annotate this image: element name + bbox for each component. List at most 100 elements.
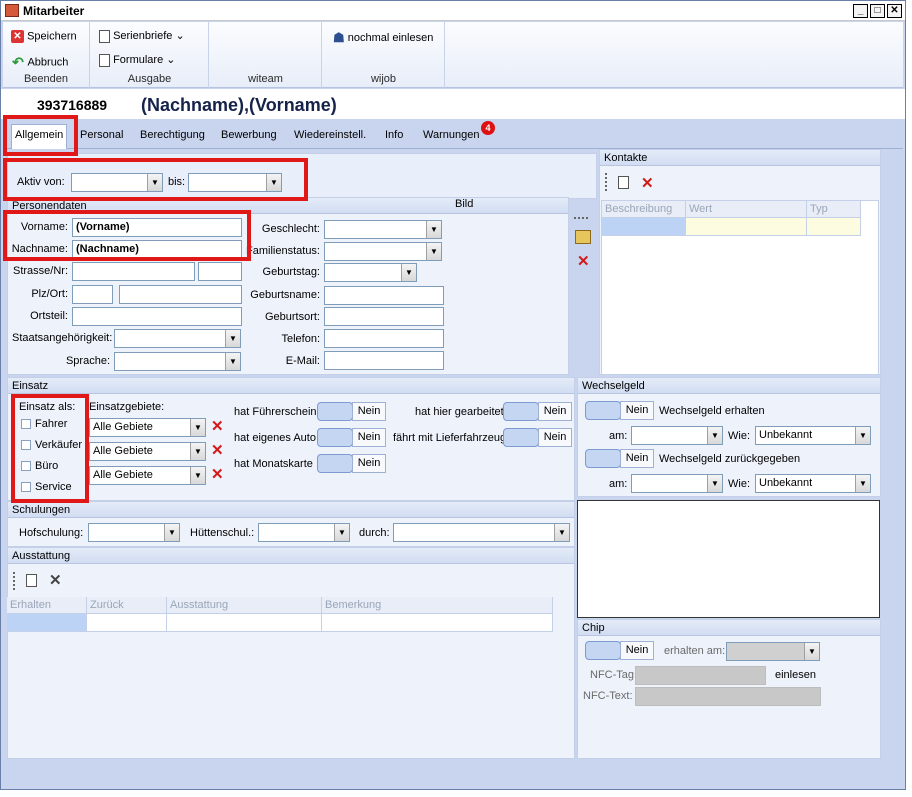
familienstatus-select[interactable]: ▼ xyxy=(324,242,442,261)
grid-cell[interactable] xyxy=(322,614,553,632)
chip-erhalten-date[interactable]: ▼ xyxy=(726,642,820,661)
employee-name: (Nachname),(Vorname) xyxy=(141,95,337,115)
new-document-icon[interactable] xyxy=(618,176,629,189)
einlesen-link[interactable]: einlesen xyxy=(775,669,816,681)
employee-number: 393716889 xyxy=(37,97,108,113)
auto-nein[interactable]: Nein xyxy=(352,428,386,447)
chip-toggle[interactable] xyxy=(585,641,621,660)
auto-toggle[interactable] xyxy=(317,428,353,447)
column-header[interactable]: Ausstattung xyxy=(167,597,322,614)
delete-image-icon[interactable]: ✕ xyxy=(577,254,590,269)
column-header[interactable]: Erhalten xyxy=(7,597,87,614)
geschlecht-select[interactable]: ▼ xyxy=(324,220,442,239)
ribbon-group-ausgabe: Serienbriefe ⌄ Formulare ⌄ Ausgabe xyxy=(91,22,209,88)
wechselgeld-zurueck-date[interactable]: ▼ xyxy=(631,474,723,493)
delete-icon[interactable]: ✕ xyxy=(641,176,654,191)
hofschulung-date[interactable]: ▼ xyxy=(88,523,180,542)
grid-cell[interactable] xyxy=(7,614,87,632)
schulungen-header: Schulungen xyxy=(8,502,574,518)
kontakte-header: Kontakte xyxy=(600,150,880,166)
durch-select[interactable]: ▼ xyxy=(393,523,570,542)
lieferfahrzeug-nein[interactable]: Nein xyxy=(538,428,572,447)
grid-cell[interactable] xyxy=(167,614,322,632)
email-input[interactable] xyxy=(324,351,444,370)
wechselgeld-erhalten-wie[interactable]: Unbekannt ▼ xyxy=(755,426,871,445)
nfc-tag-label: NFC-Tag xyxy=(590,669,635,681)
nfc-tag-input[interactable] xyxy=(635,666,766,685)
column-header[interactable]: Zurück xyxy=(87,597,167,614)
chip-erhalten-label: erhalten am: xyxy=(664,645,726,657)
column-header[interactable]: Typ xyxy=(807,201,861,218)
grid-cell[interactable] xyxy=(686,218,807,236)
bild-label: Bild xyxy=(455,198,474,210)
grid-cell[interactable] xyxy=(87,614,167,632)
strasse-input[interactable] xyxy=(72,262,195,281)
hausnummer-input[interactable] xyxy=(198,262,242,281)
wechselgeld-erhalten-nein[interactable]: Nein xyxy=(620,401,654,420)
geburtsort-input[interactable] xyxy=(324,307,444,326)
huettenschulung-date[interactable]: ▼ xyxy=(258,523,350,542)
einsatzgebiet-select-2[interactable]: Alle Gebiete ▼ xyxy=(89,442,206,461)
monatskarte-nein[interactable]: Nein xyxy=(352,454,386,473)
formulare-button[interactable]: Formulare ⌄ xyxy=(99,53,175,67)
nochmal-einlesen-button[interactable]: ☗ nochmal einlesen xyxy=(333,30,433,46)
column-header[interactable]: Wert xyxy=(686,201,807,218)
monatskarte-toggle[interactable] xyxy=(317,454,353,473)
chevron-down-icon: ▼ xyxy=(225,330,240,347)
serienbriefe-button[interactable]: Serienbriefe ⌄ xyxy=(99,29,185,43)
wie-label: Wie: xyxy=(728,478,750,490)
ausstattung-grid: Erhalten Zurück Ausstattung Bemerkung xyxy=(7,597,553,757)
column-header[interactable]: Beschreibung xyxy=(602,201,686,218)
tab-berechtigung[interactable]: Berechtigung xyxy=(140,129,205,141)
nfc-text-input[interactable] xyxy=(635,687,821,706)
abbruch-button[interactable]: ↶ Abbruch xyxy=(11,54,68,71)
remove-gebiet-icon[interactable]: ✕ xyxy=(211,467,224,482)
durch-label: durch: xyxy=(359,527,390,539)
close-button[interactable]: ✕ xyxy=(887,4,902,18)
new-document-icon[interactable] xyxy=(26,574,37,587)
geburtstag-date[interactable]: ▼ xyxy=(324,263,417,282)
ortsteil-input[interactable] xyxy=(72,307,242,326)
ort-input[interactable] xyxy=(119,285,242,304)
maximize-button[interactable]: □ xyxy=(870,4,885,18)
notes-area[interactable] xyxy=(577,500,880,618)
ortsteil-label: Ortsteil: xyxy=(30,310,68,322)
column-header[interactable]: Bemerkung xyxy=(322,597,553,614)
gearbeitet-toggle[interactable] xyxy=(503,402,539,421)
delete-icon[interactable]: ✕ xyxy=(49,573,62,588)
chevron-down-icon: ▼ xyxy=(164,524,179,541)
am-label: am: xyxy=(609,478,628,490)
tab-warnungen[interactable]: Warnungen xyxy=(423,129,479,141)
remove-gebiet-icon[interactable]: ✕ xyxy=(211,419,224,434)
tab-personal[interactable]: Personal xyxy=(80,129,123,141)
wechselgeld-zurueck-toggle[interactable] xyxy=(585,449,621,468)
einsatzgebiet-select-1[interactable]: Alle Gebiete ▼ xyxy=(89,418,206,437)
geburtsname-input[interactable] xyxy=(324,286,444,305)
chip-nein[interactable]: Nein xyxy=(620,641,654,660)
fuehrerschein-nein[interactable]: Nein xyxy=(352,402,386,421)
grid-cell[interactable] xyxy=(807,218,861,236)
fuehrerschein-toggle[interactable] xyxy=(317,402,353,421)
sprache-select[interactable]: ▼ xyxy=(114,352,241,371)
staatsangehoerigkeit-select[interactable]: ▼ xyxy=(114,329,241,348)
chevron-down-icon: ▼ xyxy=(426,243,441,260)
minimize-button[interactable]: _ xyxy=(853,4,868,18)
wechselgeld-zurueck-nein[interactable]: Nein xyxy=(620,449,654,468)
plz-input[interactable] xyxy=(72,285,113,304)
tab-bewerbung[interactable]: Bewerbung xyxy=(221,129,277,141)
am-label: am: xyxy=(609,430,628,442)
telefon-input[interactable] xyxy=(324,329,444,348)
wechselgeld-erhalten-date[interactable]: ▼ xyxy=(631,426,723,445)
wechselgeld-zurueck-wie[interactable]: Unbekannt ▼ xyxy=(755,474,871,493)
einsatzgebiet-select-3[interactable]: Alle Gebiete ▼ xyxy=(89,466,206,485)
wechselgeld-erhalten-toggle[interactable] xyxy=(585,401,621,420)
tab-wiedereinstell[interactable]: Wiedereinstell. xyxy=(294,129,366,141)
speichern-button[interactable]: ✕ Speichern xyxy=(11,30,77,43)
grid-cell[interactable] xyxy=(602,218,686,236)
tab-info[interactable]: Info xyxy=(385,129,403,141)
toolbar-grip xyxy=(13,572,15,590)
folder-image-icon[interactable] xyxy=(575,230,591,244)
remove-gebiet-icon[interactable]: ✕ xyxy=(211,443,224,458)
gearbeitet-nein[interactable]: Nein xyxy=(538,402,572,421)
lieferfahrzeug-toggle[interactable] xyxy=(503,428,539,447)
